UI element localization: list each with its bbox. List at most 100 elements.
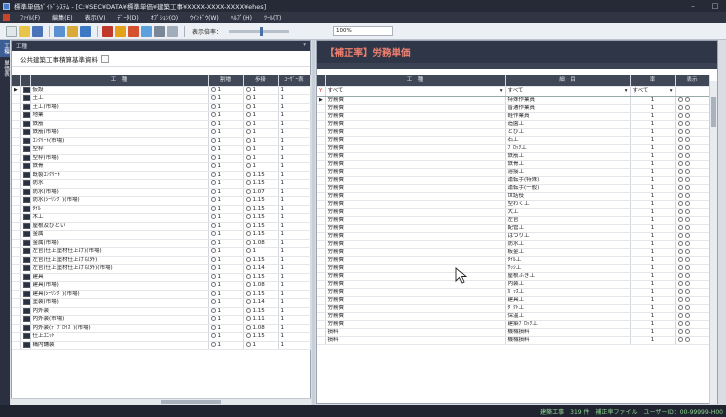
column-header-1[interactable]: 割増: [208, 75, 244, 87]
checkbox-icon[interactable]: [22, 256, 29, 263]
radio-icon[interactable]: [210, 273, 216, 279]
row-checkbox[interactable]: [20, 120, 31, 129]
cell-value[interactable]: 1: [208, 145, 244, 155]
cell-value[interactable]: 1: [208, 103, 244, 112]
checkbox-icon[interactable]: [22, 146, 29, 152]
column-header-1[interactable]: 細 目: [505, 75, 631, 87]
radio-icon[interactable]: [210, 282, 216, 288]
pin-icon[interactable]: ▾: [303, 42, 306, 48]
table-row[interactable]: 屋根及びとい 1 1.15 1: [12, 222, 311, 231]
radio-icon[interactable]: [684, 216, 690, 222]
cell-value[interactable]: 1.08: [243, 281, 279, 291]
cell-value[interactable]: 1: [243, 111, 279, 121]
table-row[interactable]: 労務費 鉄筋工 1: [317, 152, 710, 161]
radio-icon[interactable]: [684, 96, 690, 102]
radio-icon[interactable]: [677, 320, 683, 326]
radio-icon[interactable]: [245, 137, 251, 143]
radio-icon[interactable]: [684, 232, 690, 238]
radio-icon[interactable]: [245, 95, 251, 101]
display-cell[interactable]: [675, 264, 710, 273]
table-row[interactable]: 木工 1 1.15 1: [12, 213, 311, 223]
row-checkbox[interactable]: [20, 128, 31, 138]
checkbox-icon[interactable]: [22, 154, 29, 161]
radio-icon[interactable]: [210, 214, 216, 220]
radio-icon[interactable]: [210, 197, 216, 203]
row-checkbox[interactable]: [20, 264, 31, 274]
rate-cell[interactable]: 1: [630, 280, 676, 289]
radio-icon[interactable]: [210, 341, 216, 347]
display-cell[interactable]: [675, 224, 710, 233]
cell-value[interactable]: 1: [243, 137, 279, 146]
cell-value[interactable]: 1: [208, 281, 244, 291]
radio-icon[interactable]: [245, 333, 251, 339]
dropdown-icon[interactable]: ▾: [500, 88, 503, 95]
table-row[interactable]: 労務費 大工 1: [317, 208, 710, 217]
radio-icon[interactable]: [210, 316, 216, 322]
rate-cell[interactable]: 1: [630, 104, 676, 113]
table-row[interactable]: 労務費 配管工 1: [317, 224, 710, 233]
radio-icon[interactable]: [677, 144, 683, 150]
table-row[interactable]: 損料 機械損料 1: [317, 328, 710, 337]
menu-item-2[interactable]: 表示(V): [79, 13, 112, 22]
cell-value[interactable]: 1: [208, 324, 244, 333]
menu-item-4[interactable]: ｵﾌﾟｼｮﾝ(O): [145, 13, 184, 22]
checkbox-icon[interactable]: [22, 197, 29, 203]
rate-cell[interactable]: 1: [630, 160, 676, 169]
table-row[interactable]: 損料 機械損料 1: [317, 336, 710, 345]
radio-icon[interactable]: [684, 128, 690, 134]
radio-icon[interactable]: [245, 103, 251, 109]
zoom-select[interactable]: 100%: [333, 26, 394, 36]
cell-value[interactable]: 1.15: [243, 307, 279, 316]
radio-icon[interactable]: [684, 144, 690, 150]
radio-icon[interactable]: [245, 231, 251, 237]
table-row[interactable]: 型枠 1 1 1: [12, 145, 311, 155]
display-cell[interactable]: [675, 152, 710, 161]
table-row[interactable]: 労務費 内装工 1: [317, 280, 710, 289]
rate-cell[interactable]: 1: [630, 120, 676, 129]
radio-icon[interactable]: [210, 256, 216, 262]
display-cell[interactable]: [675, 296, 710, 305]
checkbox-icon[interactable]: [22, 205, 29, 212]
row-checkbox[interactable]: [20, 188, 31, 197]
display-cell[interactable]: [675, 184, 710, 193]
radio-icon[interactable]: [684, 288, 690, 294]
zoom-slider[interactable]: [229, 26, 290, 36]
rate-cell[interactable]: 1: [630, 152, 676, 161]
radio-icon[interactable]: [210, 333, 216, 339]
cell-value[interactable]: 1: [208, 222, 244, 231]
row-checkbox[interactable]: [20, 298, 31, 308]
table-row[interactable]: 労務費 とび工 1: [317, 128, 710, 137]
rate-cell[interactable]: 1: [630, 192, 676, 201]
checkbox-icon[interactable]: [22, 188, 29, 195]
radio-icon[interactable]: [684, 312, 690, 318]
table-row[interactable]: ﾀｲﾙ 1 1.15 1: [12, 205, 311, 214]
radio-icon[interactable]: [210, 290, 216, 296]
cell-value[interactable]: 1: [208, 111, 244, 121]
rate-cell[interactable]: 1: [630, 128, 676, 137]
radio-icon[interactable]: [210, 222, 216, 228]
cell-value[interactable]: 1: [243, 120, 279, 129]
display-cell[interactable]: [675, 280, 710, 289]
radio-icon[interactable]: [245, 248, 251, 254]
radio-icon[interactable]: [210, 239, 216, 245]
filter-cell-0[interactable]: すべて ▾: [325, 86, 506, 97]
row-checkbox[interactable]: [20, 162, 31, 172]
radio-icon[interactable]: [677, 304, 683, 310]
table-row[interactable]: 労務費 屋根ふき工 1: [317, 272, 710, 281]
table-row[interactable]: 鉄筋 1 1 1: [12, 120, 311, 129]
cell-value[interactable]: 1.14: [243, 264, 279, 274]
radio-icon[interactable]: [677, 248, 683, 254]
check-icon[interactable]: [102, 25, 113, 37]
row-checkbox[interactable]: [20, 230, 31, 240]
cell-value[interactable]: 1.15: [243, 256, 279, 265]
radio-icon[interactable]: [677, 216, 683, 222]
rate-cell[interactable]: 1: [630, 232, 676, 241]
display-cell[interactable]: [675, 192, 710, 201]
row-checkbox[interactable]: [20, 179, 31, 189]
right-vertical-scrollbar[interactable]: [709, 81, 717, 404]
row-checkbox[interactable]: [20, 324, 31, 333]
radio-icon[interactable]: [677, 296, 683, 302]
menu-item-1[interactable]: 編集(E): [46, 13, 78, 22]
cell-value[interactable]: 1: [208, 179, 244, 189]
column-header-0[interactable]: 工 種: [325, 75, 506, 87]
